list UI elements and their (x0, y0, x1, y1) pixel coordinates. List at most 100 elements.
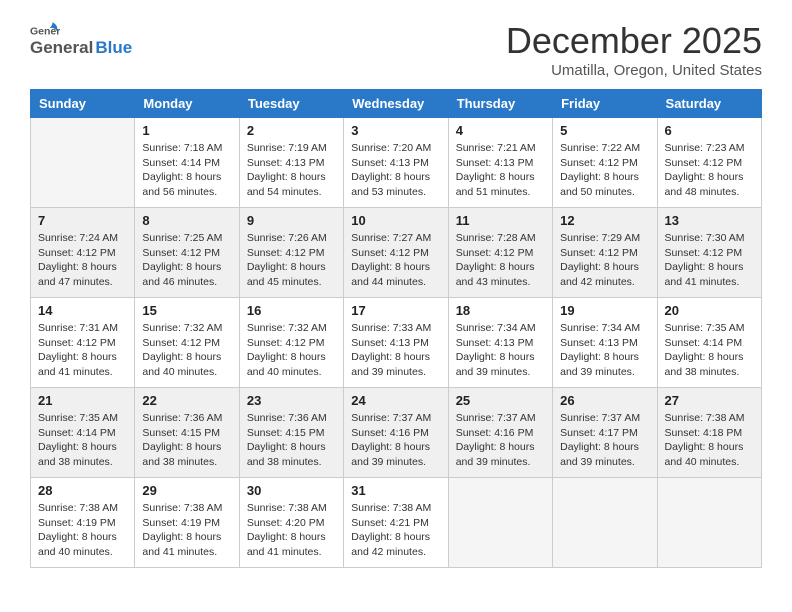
day-number: 8 (142, 213, 231, 228)
calendar-cell: 28 Sunrise: 7:38 AMSunset: 4:19 PMDayligh… (31, 478, 135, 568)
day-info: Sunrise: 7:27 AMSunset: 4:12 PMDaylight:… (351, 231, 440, 290)
day-info: Sunrise: 7:32 AMSunset: 4:12 PMDaylight:… (142, 321, 231, 380)
day-number: 18 (456, 303, 545, 318)
calendar-cell: 12 Sunrise: 7:29 AMSunset: 4:12 PMDayligh… (553, 208, 657, 298)
day-info: Sunrise: 7:25 AMSunset: 4:12 PMDaylight:… (142, 231, 231, 290)
page-header: General General Blue December 2025 Umati… (30, 20, 762, 79)
calendar-cell: 21Sunrise: 7:35 AMSunset: 4:14 PMDayligh… (31, 388, 135, 478)
day-number: 23 (247, 393, 336, 408)
weekday-header: Friday (553, 90, 657, 118)
day-number: 6 (665, 123, 754, 138)
calendar-cell: 14 Sunrise: 7:31 AMSunset: 4:12 PMDayligh… (31, 298, 135, 388)
location: Umatilla, Oregon, United States (506, 62, 762, 79)
day-info: Sunrise: 7:36 AMSunset: 4:15 PMDaylight:… (142, 411, 231, 470)
day-info: Sunrise: 7:38 AMSunset: 4:19 PMDaylight:… (38, 501, 127, 560)
day-number: 12 (560, 213, 649, 228)
day-info: Sunrise: 7:29 AMSunset: 4:12 PMDaylight:… (560, 231, 649, 290)
day-number: 21 (38, 393, 127, 408)
calendar-cell: 15 Sunrise: 7:32 AMSunset: 4:12 PMDayligh… (135, 298, 239, 388)
day-info: Sunrise: 7:37 AMSunset: 4:16 PMDaylight:… (351, 411, 440, 470)
weekday-header: Thursday (448, 90, 552, 118)
day-info: Sunrise: 7:31 AMSunset: 4:12 PMDaylight:… (38, 321, 127, 380)
calendar-cell: 13 Sunrise: 7:30 AMSunset: 4:12 PMDayligh… (657, 208, 761, 298)
calendar-cell (448, 478, 552, 568)
day-info: Sunrise: 7:37 AMSunset: 4:16 PMDaylight:… (456, 411, 545, 470)
logo-general: General (30, 38, 93, 58)
day-number: 31 (351, 483, 440, 498)
day-info: Sunrise: 7:26 AMSunset: 4:12 PMDaylight:… (247, 231, 336, 290)
calendar-cell: 3 Sunrise: 7:20 AMSunset: 4:13 PMDaylight… (344, 118, 448, 208)
weekday-header: Monday (135, 90, 239, 118)
calendar-cell: 18 Sunrise: 7:34 AMSunset: 4:13 PMDayligh… (448, 298, 552, 388)
day-info: Sunrise: 7:38 AMSunset: 4:20 PMDaylight:… (247, 501, 336, 560)
calendar-cell: 16 Sunrise: 7:32 AMSunset: 4:12 PMDayligh… (239, 298, 343, 388)
day-info: Sunrise: 7:18 AMSunset: 4:14 PMDaylight:… (142, 141, 231, 200)
calendar-cell: 9 Sunrise: 7:26 AMSunset: 4:12 PMDaylight… (239, 208, 343, 298)
calendar-cell (31, 118, 135, 208)
weekday-header: Wednesday (344, 90, 448, 118)
calendar-cell: 19 Sunrise: 7:34 AMSunset: 4:13 PMDayligh… (553, 298, 657, 388)
calendar-cell: 1 Sunrise: 7:18 AMSunset: 4:14 PMDaylight… (135, 118, 239, 208)
day-number: 27 (665, 393, 754, 408)
calendar: SundayMondayTuesdayWednesdayThursdayFrid… (30, 89, 762, 568)
day-number: 30 (247, 483, 336, 498)
day-info: Sunrise: 7:36 AMSunset: 4:15 PMDaylight:… (247, 411, 336, 470)
logo: General General Blue (30, 20, 132, 58)
day-info: Sunrise: 7:32 AMSunset: 4:12 PMDaylight:… (247, 321, 336, 380)
day-info: Sunrise: 7:34 AMSunset: 4:13 PMDaylight:… (456, 321, 545, 380)
day-number: 29 (142, 483, 231, 498)
day-info: Sunrise: 7:23 AMSunset: 4:12 PMDaylight:… (665, 141, 754, 200)
calendar-cell: 17Sunrise: 7:33 AMSunset: 4:13 PMDayligh… (344, 298, 448, 388)
day-info: Sunrise: 7:22 AMSunset: 4:12 PMDaylight:… (560, 141, 649, 200)
day-number: 17 (351, 303, 440, 318)
day-number: 2 (247, 123, 336, 138)
month-title: December 2025 (506, 20, 762, 62)
day-info: Sunrise: 7:34 AMSunset: 4:13 PMDaylight:… (560, 321, 649, 380)
calendar-cell: 24 Sunrise: 7:37 AMSunset: 4:16 PMDayligh… (344, 388, 448, 478)
day-number: 22 (142, 393, 231, 408)
day-number: 15 (142, 303, 231, 318)
day-number: 10 (351, 213, 440, 228)
day-number: 13 (665, 213, 754, 228)
weekday-header: Sunday (31, 90, 135, 118)
day-info: Sunrise: 7:35 AMSunset: 4:14 PMDaylight:… (665, 321, 754, 380)
day-number: 26 (560, 393, 649, 408)
day-number: 3 (351, 123, 440, 138)
calendar-cell: 4Sunrise: 7:21 AMSunset: 4:13 PMDaylight… (448, 118, 552, 208)
day-number: 19 (560, 303, 649, 318)
day-number: 1 (142, 123, 231, 138)
calendar-cell: 2 Sunrise: 7:19 AMSunset: 4:13 PMDaylight… (239, 118, 343, 208)
day-info: Sunrise: 7:21 AMSunset: 4:13 PMDaylight:… (456, 141, 545, 200)
calendar-cell: 6 Sunrise: 7:23 AMSunset: 4:12 PMDaylight… (657, 118, 761, 208)
calendar-cell: 22 Sunrise: 7:36 AMSunset: 4:15 PMDayligh… (135, 388, 239, 478)
calendar-cell: 20 Sunrise: 7:35 AMSunset: 4:14 PMDayligh… (657, 298, 761, 388)
day-info: Sunrise: 7:30 AMSunset: 4:12 PMDaylight:… (665, 231, 754, 290)
day-number: 9 (247, 213, 336, 228)
calendar-cell: 23 Sunrise: 7:36 AMSunset: 4:15 PMDayligh… (239, 388, 343, 478)
weekday-header: Tuesday (239, 90, 343, 118)
day-info: Sunrise: 7:37 AMSunset: 4:17 PMDaylight:… (560, 411, 649, 470)
day-number: 11 (456, 213, 545, 228)
day-info: Sunrise: 7:19 AMSunset: 4:13 PMDaylight:… (247, 141, 336, 200)
calendar-cell: 30 Sunrise: 7:38 AMSunset: 4:20 PMDayligh… (239, 478, 343, 568)
day-info: Sunrise: 7:24 AMSunset: 4:12 PMDaylight:… (38, 231, 127, 290)
calendar-cell: 5Sunrise: 7:22 AMSunset: 4:12 PMDaylight… (553, 118, 657, 208)
calendar-cell (553, 478, 657, 568)
calendar-cell: 27 Sunrise: 7:38 AMSunset: 4:18 PMDayligh… (657, 388, 761, 478)
calendar-cell: 7 Sunrise: 7:24 AMSunset: 4:12 PMDaylight… (31, 208, 135, 298)
day-number: 7 (38, 213, 127, 228)
calendar-cell (657, 478, 761, 568)
day-number: 24 (351, 393, 440, 408)
calendar-cell: 8 Sunrise: 7:25 AMSunset: 4:12 PMDaylight… (135, 208, 239, 298)
day-info: Sunrise: 7:38 AMSunset: 4:19 PMDaylight:… (142, 501, 231, 560)
day-number: 16 (247, 303, 336, 318)
day-info: Sunrise: 7:38 AMSunset: 4:21 PMDaylight:… (351, 501, 440, 560)
day-number: 14 (38, 303, 127, 318)
day-number: 20 (665, 303, 754, 318)
day-number: 28 (38, 483, 127, 498)
day-info: Sunrise: 7:38 AMSunset: 4:18 PMDaylight:… (665, 411, 754, 470)
day-info: Sunrise: 7:20 AMSunset: 4:13 PMDaylight:… (351, 141, 440, 200)
day-info: Sunrise: 7:28 AMSunset: 4:12 PMDaylight:… (456, 231, 545, 290)
logo-blue: Blue (95, 38, 132, 58)
calendar-cell: 26 Sunrise: 7:37 AMSunset: 4:17 PMDayligh… (553, 388, 657, 478)
